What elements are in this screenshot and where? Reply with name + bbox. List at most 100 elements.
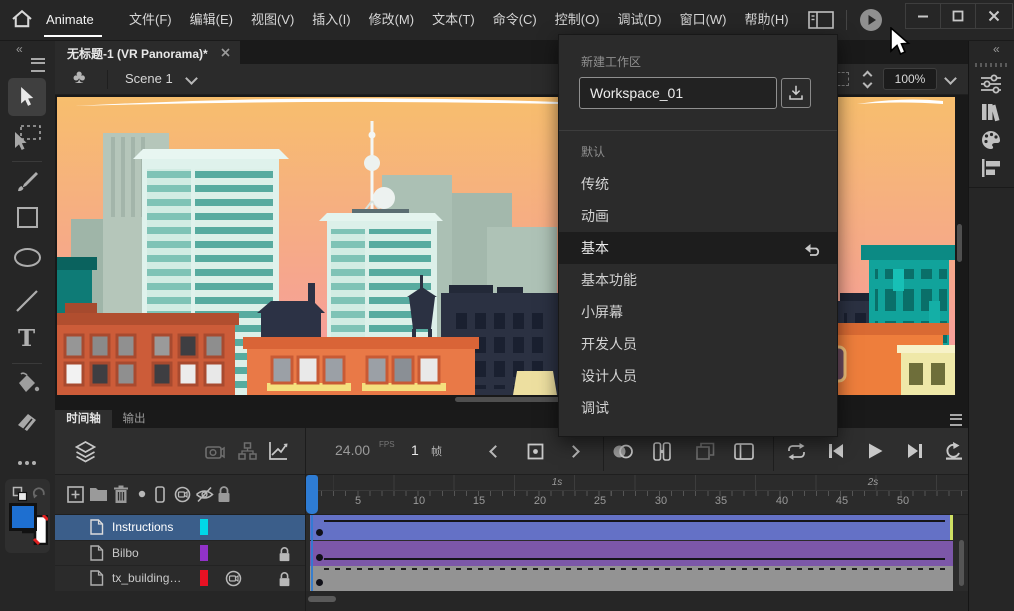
- workspace-item-classic[interactable]: 传统: [559, 168, 837, 200]
- outline-color-dot-icon[interactable]: [138, 490, 146, 498]
- edit-multiple-frames-icon[interactable]: [696, 442, 715, 461]
- rewind-loop-icon[interactable]: [944, 441, 964, 461]
- edit-symbols-icon[interactable]: [73, 67, 85, 89]
- hide-all-layers-icon[interactable]: [195, 486, 214, 503]
- tab-output[interactable]: 输出: [112, 410, 156, 428]
- timeline-v-scrollbar[interactable]: [959, 540, 964, 586]
- menu-view[interactable]: 视图(V): [242, 0, 303, 40]
- more-tools-icon[interactable]: [18, 461, 22, 465]
- fill-color-swatch[interactable]: [9, 503, 37, 531]
- reset-workspace-icon[interactable]: [804, 240, 821, 256]
- prev-frame-icon[interactable]: [489, 445, 502, 458]
- workspace-item-designer[interactable]: 设计人员: [559, 360, 837, 392]
- stage-v-scrollbar[interactable]: [957, 224, 962, 262]
- workspace-item-animation[interactable]: 动画: [559, 200, 837, 232]
- selection-tool[interactable]: [8, 78, 46, 116]
- layer-color-swatch[interactable]: [200, 570, 208, 586]
- properties-panel-button[interactable]: [980, 73, 1002, 95]
- rectangle-tool[interactable]: [17, 207, 38, 228]
- onion-skin-icon[interactable]: [612, 443, 634, 460]
- layer-row-tx-building[interactable]: tx_building…: [55, 565, 305, 590]
- text-tool[interactable]: T: [18, 327, 35, 350]
- paint-bucket-tool[interactable]: [13, 371, 41, 397]
- frame-tracks[interactable]: [305, 515, 968, 591]
- workspace-switcher-button[interactable]: [808, 11, 836, 31]
- center-frame-icon[interactable]: [527, 443, 544, 460]
- layers-stack-icon[interactable]: [75, 441, 96, 463]
- zoom-chevron-icon[interactable]: [944, 72, 957, 85]
- panel-grip-handle[interactable]: [975, 63, 1009, 67]
- layer-color-swatch[interactable]: [200, 519, 208, 535]
- show-outlines-icon[interactable]: [155, 486, 165, 503]
- workspace-item-developer[interactable]: 开发人员: [559, 328, 837, 360]
- swatches-panel-button[interactable]: [980, 129, 1002, 151]
- fps-value[interactable]: 24.00: [335, 442, 370, 458]
- attach-camera-column-icon[interactable]: [174, 486, 191, 503]
- window-maximize-button[interactable]: [940, 3, 976, 29]
- stepper-down-icon[interactable]: [863, 79, 873, 89]
- workspace-item-debug[interactable]: 调试: [559, 392, 837, 424]
- layer-name[interactable]: Instructions: [112, 515, 173, 539]
- timeline-ruler[interactable]: 1s 2s 5 10 15 20 25 30 35 40 45 50: [305, 475, 968, 515]
- playhead-marker[interactable]: [306, 475, 318, 514]
- save-workspace-button[interactable]: [781, 78, 811, 108]
- tab-timeline[interactable]: 时间轴: [55, 410, 112, 428]
- tools-menu-icon[interactable]: [31, 58, 45, 72]
- oval-tool[interactable]: [14, 248, 41, 267]
- workspace-item-essentials[interactable]: 基本: [559, 232, 837, 264]
- menu-file[interactable]: 文件(F): [120, 0, 181, 40]
- brush-tool[interactable]: [14, 169, 40, 195]
- menu-modify[interactable]: 修改(M): [360, 0, 424, 40]
- scene-name[interactable]: Scene 1: [125, 71, 173, 86]
- menu-insert[interactable]: 插入(I): [303, 0, 359, 40]
- insert-keyframe-icon[interactable]: [734, 443, 754, 460]
- window-minimize-button[interactable]: [905, 3, 941, 29]
- layer-color-swatch[interactable]: [200, 545, 208, 561]
- camera-icon[interactable]: [205, 443, 225, 460]
- delete-layer-icon[interactable]: [113, 485, 129, 504]
- layer-row-instructions[interactable]: Instructions: [55, 515, 305, 540]
- swap-colors-icon[interactable]: [12, 486, 28, 502]
- workspace-item-basic-functions[interactable]: 基本功能: [559, 264, 837, 296]
- current-frame-value[interactable]: 1: [411, 442, 419, 458]
- zoom-stepper[interactable]: [861, 68, 875, 90]
- window-close-button[interactable]: [975, 3, 1013, 29]
- panel-collapse-icon[interactable]: [993, 41, 1000, 56]
- step-forward-icon[interactable]: [906, 442, 924, 460]
- track-bilbo[interactable]: [310, 541, 953, 566]
- layer-name[interactable]: Bilbo: [112, 541, 139, 565]
- reset-colors-icon[interactable]: [32, 486, 46, 500]
- workspace-item-small-screen[interactable]: 小屏幕: [559, 296, 837, 328]
- play-button-icon[interactable]: [867, 442, 884, 460]
- onion-skin-outlines-icon[interactable]: [653, 442, 671, 461]
- test-movie-button[interactable]: [860, 9, 882, 31]
- frame-graph-icon[interactable]: [268, 441, 288, 461]
- menu-edit[interactable]: 编辑(E): [181, 0, 242, 40]
- app-brand[interactable]: Animate: [46, 12, 94, 27]
- track-instructions[interactable]: [310, 515, 953, 540]
- add-folder-icon[interactable]: [89, 487, 108, 502]
- stage-h-scrollbar[interactable]: [455, 397, 561, 402]
- tools-collapse-icon[interactable]: [16, 41, 23, 56]
- document-tab[interactable]: 无标题-1 (VR Panorama)*: [55, 41, 240, 64]
- step-back-icon[interactable]: [827, 442, 845, 460]
- line-tool[interactable]: [13, 287, 41, 315]
- scene-chevron-icon[interactable]: [185, 72, 198, 85]
- library-panel-button[interactable]: [980, 101, 1002, 123]
- layer-lock-icon[interactable]: [278, 571, 291, 587]
- subselection-tool[interactable]: [12, 124, 42, 152]
- timeline-panel-menu-icon[interactable]: [950, 414, 962, 426]
- lock-all-layers-icon[interactable]: [217, 485, 231, 503]
- parenting-icon[interactable]: [238, 442, 257, 460]
- zoom-level-box[interactable]: 100%: [883, 68, 937, 90]
- workspace-name-input[interactable]: [579, 77, 777, 109]
- track-tx-building[interactable]: [310, 566, 953, 591]
- loop-icon[interactable]: [786, 442, 807, 461]
- add-layer-icon[interactable]: [67, 486, 84, 503]
- eraser-tool[interactable]: [14, 409, 40, 435]
- menu-command[interactable]: 命令(C): [484, 0, 546, 40]
- timeline-h-scrollbar[interactable]: [308, 596, 336, 602]
- home-button[interactable]: [10, 7, 38, 33]
- layer-name[interactable]: tx_building…: [112, 566, 181, 590]
- layer-row-bilbo[interactable]: Bilbo: [55, 540, 305, 565]
